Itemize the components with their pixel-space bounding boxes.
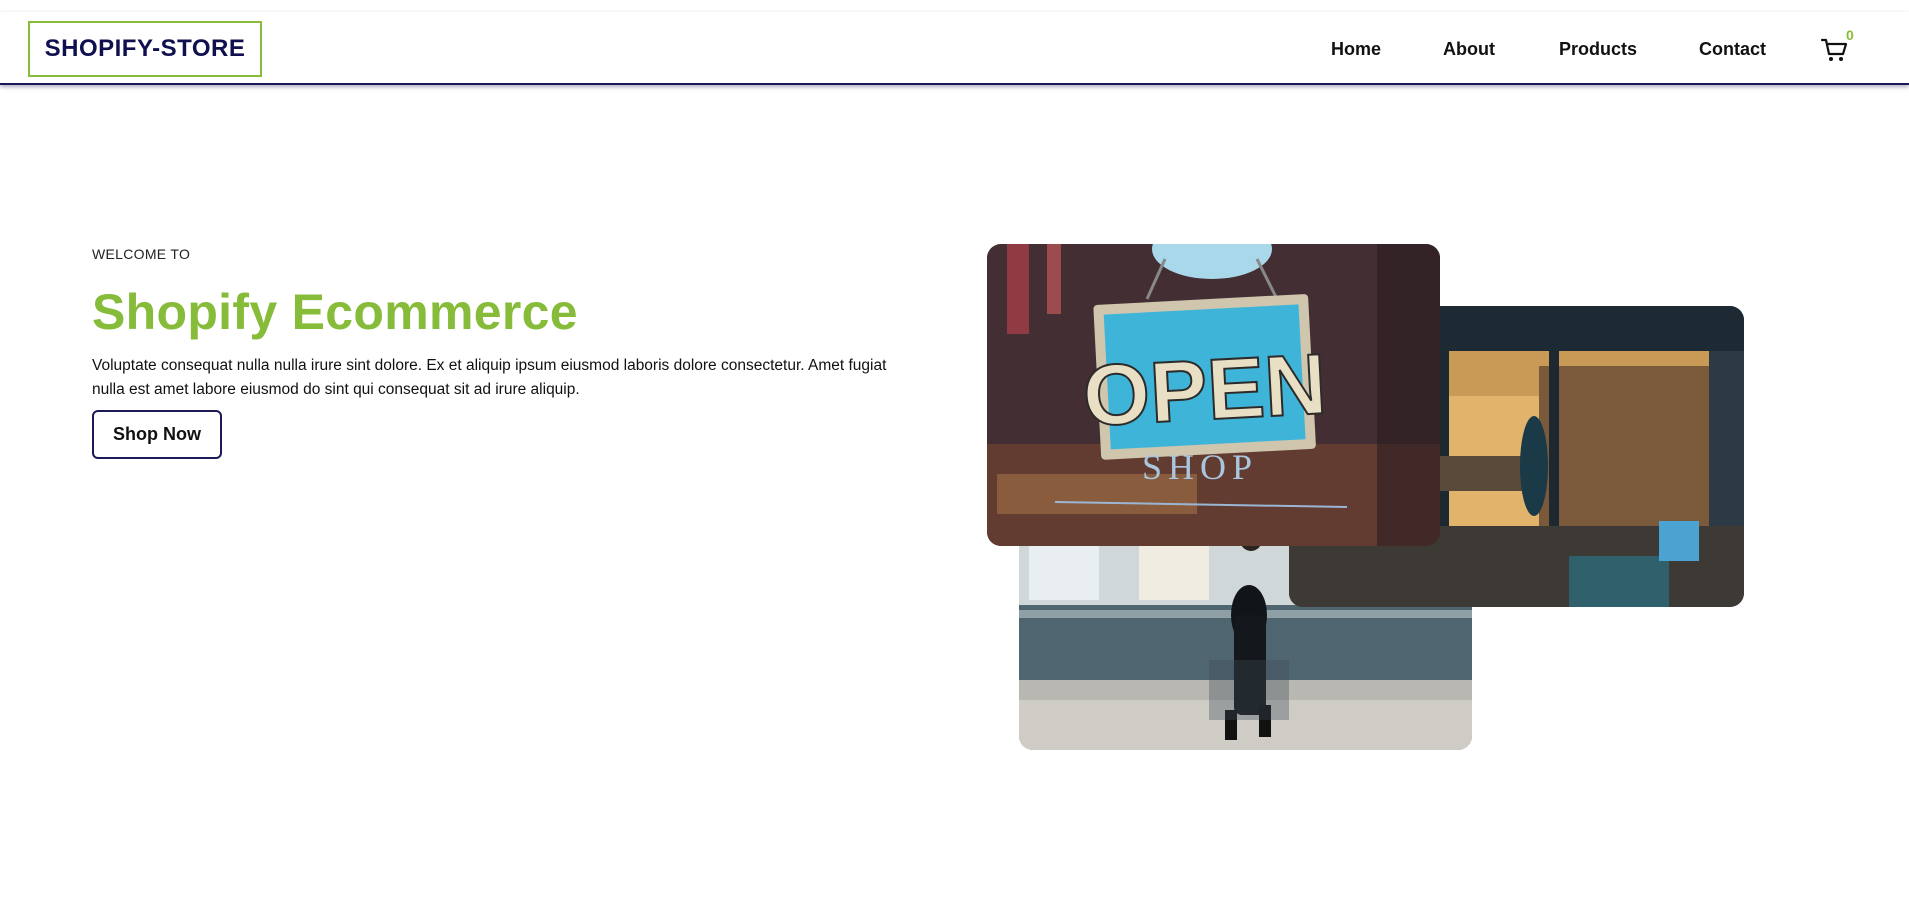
hero-title: Shopify Ecommerce [92,284,578,340]
hero-eyebrow: WELCOME TO [92,246,191,262]
site-logo[interactable]: SHOPIFY-STORE [28,21,262,77]
nav-products[interactable]: Products [1559,39,1637,60]
svg-text:OPEN: OPEN [1081,336,1329,445]
open-sign-photo: OPEN SHOP [987,244,1440,546]
navbar: SHOPIFY-STORE Home About Products Contac… [0,12,1909,85]
svg-text:SHOP: SHOP [1142,447,1258,487]
shop-now-button[interactable]: Shop Now [92,410,222,459]
cart-count-badge: 0 [1846,27,1854,43]
nav-contact[interactable]: Contact [1699,39,1766,60]
nav-home[interactable]: Home [1331,39,1381,60]
hero-description: Voluptate consequat nulla nulla irure si… [92,357,887,398]
nav-about[interactable]: About [1443,39,1495,60]
